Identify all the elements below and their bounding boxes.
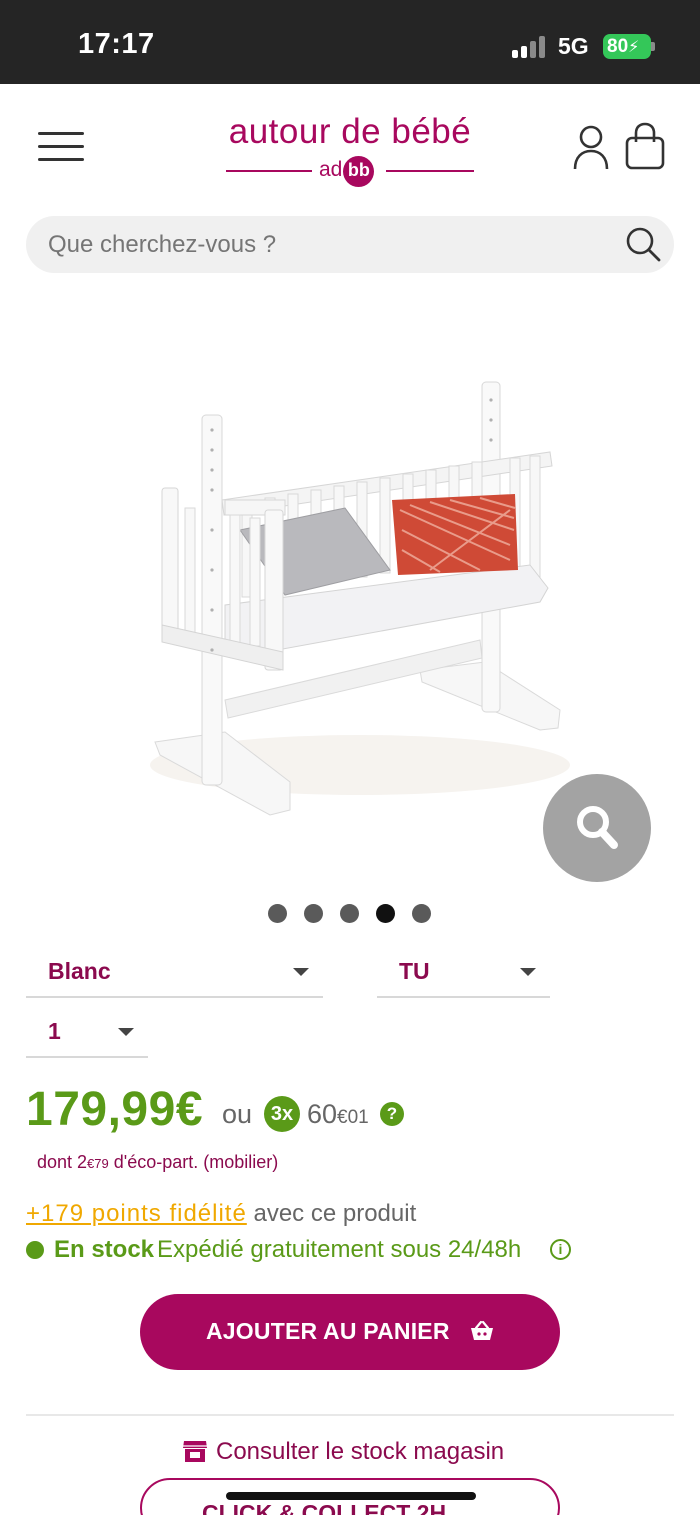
quantity-select[interactable]: 1 xyxy=(26,1014,148,1058)
home-indicator xyxy=(226,1492,476,1500)
logo-line-right xyxy=(386,170,474,172)
carousel-dot[interactable] xyxy=(340,904,359,923)
brand-logo[interactable]: autour de bébé ad bb xyxy=(224,112,476,192)
user-account-icon[interactable] xyxy=(572,124,610,170)
eco-suffix: d'éco-part. (mobilier) xyxy=(108,1152,279,1172)
product-price: 179,99€ xyxy=(26,1083,204,1136)
battery-icon: 80⚡ xyxy=(603,34,651,59)
search-input[interactable]: Que cherchez-vous ? xyxy=(48,231,276,259)
store-icon xyxy=(183,1441,207,1462)
installment-amount: 60€01 xyxy=(307,1099,369,1130)
network-type: 5G xyxy=(558,33,589,59)
loyalty-text: avec ce produit xyxy=(246,1200,417,1227)
logo-text: autour de bébé xyxy=(228,112,472,151)
basket-icon xyxy=(471,1320,493,1340)
eco-prefix: dont 2 xyxy=(37,1152,88,1172)
size-select-value: TU xyxy=(399,958,430,984)
loyalty-points-link[interactable]: +179 points fidélité xyxy=(26,1200,247,1227)
search-bar[interactable]: Que cherchez-vous ? xyxy=(26,216,674,273)
shopping-bag-icon[interactable] xyxy=(624,122,666,170)
loyalty-points: +179 points fidélité avec ce produit xyxy=(26,1200,416,1228)
add-to-cart-button[interactable]: AJOUTER AU PANIER xyxy=(140,1294,560,1370)
carousel-dot-active[interactable] xyxy=(376,904,395,923)
chevron-down-icon xyxy=(118,1028,134,1036)
size-select[interactable]: TU xyxy=(377,954,550,998)
divider xyxy=(26,1414,674,1416)
carousel-dot[interactable] xyxy=(304,904,323,923)
in-stock-dot-icon xyxy=(26,1241,44,1259)
logo-bb-badge: bb xyxy=(343,156,375,187)
carousel-dot[interactable] xyxy=(268,904,287,923)
magnifier-icon xyxy=(577,806,618,849)
click-and-collect-label: CLICK & COLLECT 2H xyxy=(202,1500,447,1515)
installment-cents: €01 xyxy=(337,1107,369,1128)
color-select[interactable]: Blanc xyxy=(26,954,323,998)
price-or-label: ou xyxy=(222,1099,253,1129)
quantity-select-value: 1 xyxy=(48,1018,61,1044)
color-select-value: Blanc xyxy=(48,958,111,984)
status-bar: 17:17 5G 80⚡ xyxy=(0,0,700,84)
battery-level: 80 xyxy=(607,36,629,57)
logo-line-left xyxy=(226,170,312,172)
add-to-cart-label: AJOUTER AU PANIER xyxy=(206,1318,450,1344)
product-image[interactable] xyxy=(130,370,580,830)
eco-cents: €79 xyxy=(87,1156,109,1171)
logo-sub: ad bb xyxy=(319,156,375,187)
chevron-down-icon xyxy=(293,968,309,976)
store-stock-label: Consulter le stock magasin xyxy=(216,1438,505,1465)
installment-euros: 60 xyxy=(307,1099,338,1129)
info-icon[interactable]: i xyxy=(550,1239,571,1260)
eco-participation: dont 2€79 d'éco-part. (mobilier) xyxy=(37,1152,278,1173)
zoom-button[interactable] xyxy=(543,774,651,882)
status-time: 17:17 xyxy=(78,28,155,60)
signal-icon xyxy=(512,36,548,58)
shipping-info: Expédié gratuitement sous 24/48h xyxy=(157,1236,522,1263)
carousel-dot[interactable] xyxy=(412,904,431,923)
search-icon[interactable] xyxy=(624,225,662,263)
help-icon[interactable]: ? xyxy=(380,1102,404,1126)
battery-tip xyxy=(651,42,655,51)
installment-badge: 3x xyxy=(264,1096,300,1132)
menu-icon[interactable] xyxy=(38,130,84,162)
logo-sub-text: ad xyxy=(319,158,343,181)
chevron-down-icon xyxy=(520,968,536,976)
stock-status-label: En stock xyxy=(54,1236,155,1263)
